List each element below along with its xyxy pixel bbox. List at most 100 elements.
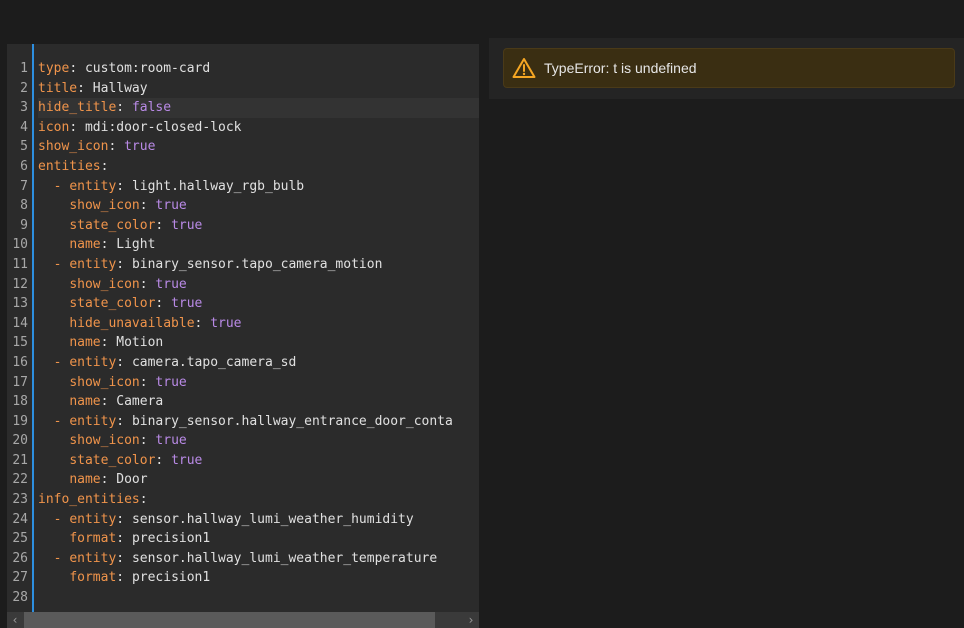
yaml-key: format xyxy=(69,570,117,586)
colon: : xyxy=(139,198,156,214)
chevron-right-icon[interactable]: › xyxy=(463,612,479,628)
code-line[interactable]: 14 hide_unavailable: true xyxy=(7,314,479,334)
code-line[interactable]: 3 hide_title: false xyxy=(7,98,479,118)
yaml-key: name xyxy=(69,335,101,351)
line-number: 4 xyxy=(20,119,28,135)
line-number: 10 xyxy=(12,237,28,253)
code-line[interactable]: 26 - entity: sensor.hallway_lumi_weather… xyxy=(7,549,479,569)
code-line[interactable]: 22 name: Door xyxy=(7,470,479,490)
colon: : xyxy=(100,335,117,351)
line-code: show_icon: true xyxy=(38,373,479,393)
yaml-key: show_icon xyxy=(38,139,109,155)
yaml-key: state_color xyxy=(69,452,156,468)
line-code: format: precision1 xyxy=(38,568,479,588)
yaml-value: true xyxy=(155,198,187,214)
code-line[interactable]: 12 show_icon: true xyxy=(7,275,479,295)
colon: : xyxy=(116,100,132,116)
code-line[interactable]: 17 show_icon: true xyxy=(7,373,479,393)
yaml-editor[interactable]: 1 type: custom:room-card 2 title: Hallway 3 h… xyxy=(7,44,479,628)
yaml-value: sensor.hallway_lumi_weather_humidity xyxy=(131,511,414,527)
line-code: - entity: camera.tapo_camera_sd xyxy=(38,353,479,373)
yaml-value: true xyxy=(171,452,203,468)
yaml-value: sensor.hallway_lumi_weather_temperature xyxy=(131,550,438,566)
yaml-key: name xyxy=(69,237,101,253)
scrollbar-thumb[interactable] xyxy=(24,612,435,628)
chevron-left-icon[interactable]: ‹ xyxy=(7,612,23,628)
yaml-key: entities xyxy=(38,158,101,174)
colon: : xyxy=(100,394,117,410)
code-line[interactable]: 20 show_icon: true xyxy=(7,431,479,451)
code-line[interactable]: 19 - entity: binary_sensor.hallway_entra… xyxy=(7,412,479,432)
colon: : xyxy=(116,570,132,586)
yaml-value: true xyxy=(124,139,156,155)
yaml-key: entity xyxy=(69,511,117,527)
code-line[interactable]: 28 xyxy=(7,588,479,608)
code-line[interactable]: 25 format: precision1 xyxy=(7,529,479,549)
yaml-value: true xyxy=(210,315,242,331)
yaml-key: name xyxy=(69,472,101,488)
line-code: show_icon: true xyxy=(38,196,479,216)
yaml-value: Light xyxy=(116,237,156,253)
yaml-key: entity xyxy=(69,550,117,566)
code-line[interactable]: 8 show_icon: true xyxy=(7,196,479,216)
line-code: - entity: sensor.hallway_lumi_weather_te… xyxy=(38,549,479,569)
code-line[interactable]: 11 - entity: binary_sensor.tapo_camera_m… xyxy=(7,255,479,275)
colon: : xyxy=(116,354,132,370)
code-line[interactable]: 13 state_color: true xyxy=(7,294,479,314)
colon: : xyxy=(100,237,117,253)
yaml-value: true xyxy=(171,296,203,312)
yaml-key: icon xyxy=(38,119,70,135)
list-dash: - xyxy=(53,511,70,527)
code-line[interactable]: 4 icon: mdi:door-closed-lock xyxy=(7,118,479,138)
code-line[interactable]: 24 - entity: sensor.hallway_lumi_weather… xyxy=(7,510,479,530)
line-number: 3 xyxy=(20,100,28,116)
yaml-value: binary_sensor.tapo_camera_motion xyxy=(131,256,383,272)
code-line[interactable]: 23 info_entities: xyxy=(7,490,479,510)
colon: : xyxy=(116,511,132,527)
colon: : xyxy=(139,492,148,508)
line-number: 6 xyxy=(20,158,28,174)
yaml-key: hide_unavailable xyxy=(69,315,195,331)
colon: : xyxy=(155,452,172,468)
yaml-key: info_entities xyxy=(38,492,140,508)
colon: : xyxy=(69,119,85,135)
yaml-key: entity xyxy=(69,178,117,194)
yaml-key: show_icon xyxy=(69,433,140,449)
line-number: 1 xyxy=(20,61,28,76)
code-line[interactable]: 27 format: precision1 xyxy=(7,568,479,588)
code-line[interactable]: 18 name: Camera xyxy=(7,392,479,412)
code-lines[interactable]: 1 type: custom:room-card 2 title: Hallway 3 h… xyxy=(7,59,479,608)
line-number: 22 xyxy=(12,472,28,488)
yaml-value: Motion xyxy=(116,335,164,351)
code-line[interactable]: 9 state_color: true xyxy=(7,216,479,236)
horizontal-scrollbar[interactable]: ‹ › xyxy=(7,612,479,628)
code-line[interactable]: 5 show_icon: true xyxy=(7,137,479,157)
line-number: 27 xyxy=(12,570,28,586)
yaml-value: camera.tapo_camera_sd xyxy=(131,354,297,370)
code-line[interactable]: 15 name: Motion xyxy=(7,333,479,353)
code-line[interactable]: 1 type: custom:room-card xyxy=(7,59,479,79)
list-dash: - xyxy=(53,178,70,194)
yaml-value: true xyxy=(155,374,187,390)
line-code: - entity: light.hallway_rgb_bulb xyxy=(38,177,479,197)
list-dash: - xyxy=(53,354,70,370)
code-line[interactable]: 7 - entity: light.hallway_rgb_bulb xyxy=(7,177,479,197)
yaml-key: show_icon xyxy=(69,276,140,292)
list-dash: - xyxy=(53,413,70,429)
line-number: 11 xyxy=(12,256,28,272)
code-line[interactable]: 6 entities: xyxy=(7,157,479,177)
yaml-value: light.hallway_rgb_bulb xyxy=(131,178,305,194)
code-line[interactable]: 21 state_color: true xyxy=(7,451,479,471)
colon: : xyxy=(100,472,117,488)
yaml-value: precision1 xyxy=(131,570,211,586)
code-line[interactable]: 16 - entity: camera.tapo_camera_sd xyxy=(7,353,479,373)
code-line[interactable]: 2 title: Hallway xyxy=(7,79,479,99)
code-line[interactable]: 10 name: Light xyxy=(7,235,479,255)
line-code: name: Light xyxy=(38,235,479,255)
